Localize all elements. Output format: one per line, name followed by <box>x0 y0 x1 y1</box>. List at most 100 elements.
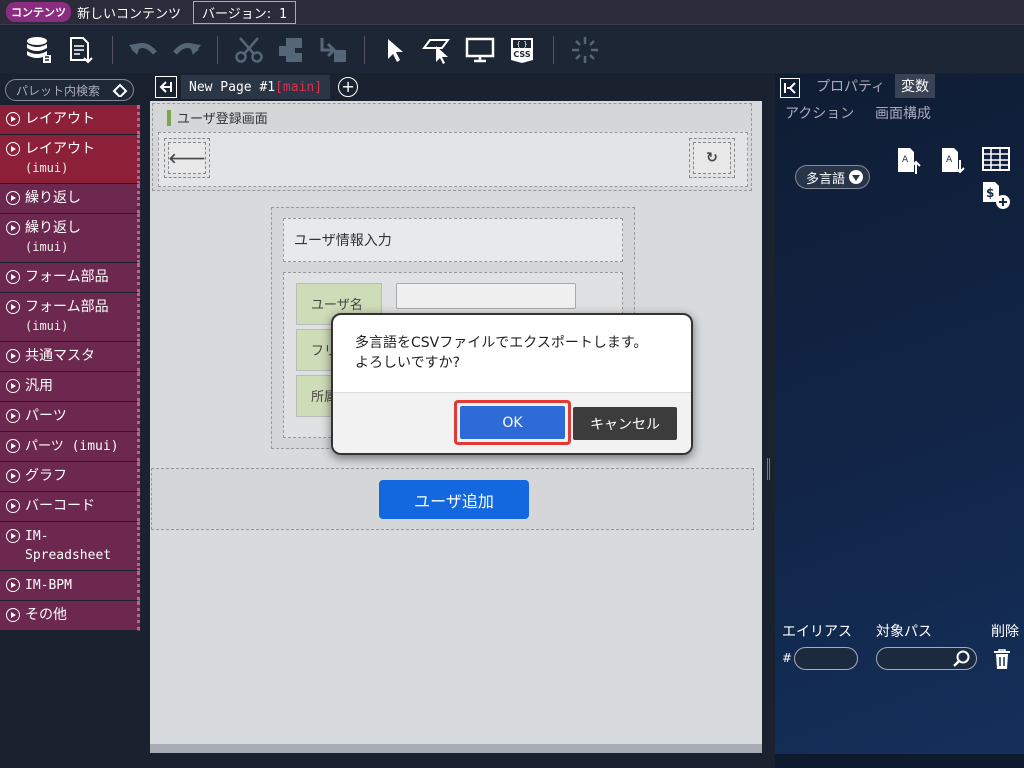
palette-item-label: 共通マスタ <box>25 347 95 366</box>
back-button-inner: 🡐 <box>168 142 206 174</box>
palette-item[interactable]: グラフ <box>0 462 140 492</box>
undo-button[interactable] <box>127 33 161 67</box>
palette-item[interactable]: 汎用 <box>0 372 140 402</box>
palette-list: レイアウト レイアウト (imui) 繰り返し 繰り返し (imui) フォーム部品 フォーム… <box>0 105 140 631</box>
select-cursor-button[interactable] <box>379 33 413 67</box>
palette-item[interactable]: パーツ <box>0 402 140 432</box>
reload-button[interactable]: ↻ <box>689 138 735 178</box>
palette-item[interactable]: フォーム部品 <box>0 263 140 293</box>
add-user-button[interactable]: ユーザ追加 <box>379 480 529 519</box>
import-lang-icon[interactable]: A <box>896 146 922 176</box>
search-icon[interactable] <box>952 650 972 668</box>
play-circle-icon <box>6 349 20 363</box>
pointer-button[interactable] <box>421 33 455 67</box>
palette-search-input[interactable]: パレット内検索 <box>5 79 134 101</box>
add-tab-button[interactable]: + <box>338 77 359 97</box>
palette-item[interactable]: IM-BPM <box>0 571 140 601</box>
palette-item-label: フォーム部品 <box>25 268 109 287</box>
palette-item[interactable]: フォーム部品 (imui) <box>0 293 140 342</box>
version-indicator: バージョン: 1 <box>193 0 296 24</box>
collapse-left-button[interactable] <box>155 76 177 98</box>
palette-item-label: 繰り返し (imui) <box>25 219 81 257</box>
target-path-input[interactable] <box>876 647 977 670</box>
redo-button[interactable] <box>169 33 203 67</box>
ok-button-highlight: OK <box>454 400 571 445</box>
css-icon: { } CSS <box>511 37 533 63</box>
toolbar-separator <box>553 35 554 64</box>
play-circle-icon <box>6 270 20 284</box>
palette-item[interactable]: レイアウト <box>0 105 140 135</box>
svg-text:A: A <box>946 155 953 165</box>
database-button[interactable] <box>22 33 56 67</box>
back-button[interactable]: 🡐 <box>164 138 210 178</box>
tab-properties[interactable]: プロパティ <box>816 76 885 96</box>
tab-structure[interactable]: 画面構成 <box>875 103 931 123</box>
add-variable-icon[interactable]: $ <box>981 180 1013 210</box>
column-alias: エイリアス <box>782 624 852 640</box>
export-confirm-dialog: 多言語をCSVファイルでエクスポートします。 よろしいですか? OK キャンセル <box>331 313 693 455</box>
palette-item-label: その他 <box>25 606 67 625</box>
right-panel: プロパティ 変数 アクション 画面構成 多言語 A A $ エイリアス 対象パス… <box>775 74 1024 754</box>
palette-item-name: フォーム部品 <box>25 299 109 315</box>
palette-item[interactable]: IM-Spreadsheet <box>0 522 140 571</box>
css-button[interactable]: { } CSS <box>505 33 539 67</box>
canvas-scrollbar[interactable] <box>150 744 762 753</box>
dialog-footer: OK キャンセル <box>333 392 691 453</box>
palette-item[interactable]: パーツ (imui) <box>0 432 140 462</box>
export-file-button[interactable] <box>64 33 98 67</box>
palette-item-name: 繰り返し <box>25 190 81 206</box>
dialog-message-line1: 多言語をCSVファイルでエクスポートします。 <box>355 335 648 351</box>
cut-button[interactable] <box>232 33 266 67</box>
table-icon[interactable] <box>981 146 1011 172</box>
ok-button[interactable]: OK <box>460 406 565 439</box>
palette-item-name: IM-BPM <box>25 578 72 593</box>
undo-icon <box>129 42 157 55</box>
paste-icon <box>320 37 346 62</box>
svg-text:CSS: CSS <box>513 50 530 59</box>
reload-icon: ↻ <box>706 150 718 166</box>
collapse-left-icon <box>159 81 172 93</box>
palette-item[interactable]: バーコード <box>0 492 140 522</box>
nav-bar[interactable]: 🡐 ↻ <box>158 132 748 187</box>
trash-icon[interactable] <box>992 648 1012 670</box>
palette-item-name: その他 <box>25 607 67 623</box>
plus-icon: + <box>341 77 355 96</box>
tab-actions[interactable]: アクション <box>785 103 854 123</box>
header-area[interactable]: ユーザ登録画面 🡐 ↻ <box>152 103 752 191</box>
panel-splitter[interactable] <box>762 74 775 768</box>
play-circle-icon <box>6 191 20 205</box>
clear-search-icon[interactable] <box>112 83 128 97</box>
palette-item-label: IM-Spreadsheet <box>25 527 131 565</box>
svg-text:{ }: { } <box>516 40 527 48</box>
splitter-grip[interactable] <box>767 458 770 480</box>
collapse-right-button[interactable] <box>780 78 800 98</box>
export-lang-icon[interactable]: A <box>940 146 966 176</box>
alias-input[interactable] <box>794 647 858 670</box>
palette-item[interactable]: レイアウト (imui) <box>0 135 140 184</box>
palette-item-name: パーツ <box>25 408 67 424</box>
palette-item[interactable]: 繰り返し <box>0 184 140 214</box>
cancel-button[interactable]: キャンセル <box>573 407 677 440</box>
copy-button[interactable] <box>274 33 308 67</box>
loading-button[interactable] <box>568 33 602 67</box>
tab-name: New Page #1 <box>189 79 276 95</box>
column-path: 対象パス <box>876 624 932 640</box>
palette-item[interactable]: 共通マスタ <box>0 342 140 372</box>
monitor-preview-button[interactable] <box>463 33 497 67</box>
dialog-message-line2: よろしいですか? <box>355 355 461 371</box>
palette-item-name: 繰り返し <box>25 220 81 236</box>
play-circle-icon <box>6 529 20 543</box>
play-circle-icon <box>6 221 20 235</box>
button-area[interactable]: ユーザ追加 <box>151 468 754 530</box>
tab-variables[interactable]: 変数 <box>895 74 935 98</box>
username-input[interactable] <box>396 283 576 309</box>
palette-item-label: 汎用 <box>25 377 53 396</box>
palette-item[interactable]: その他 <box>0 601 140 631</box>
tab-new-page[interactable]: New Page #1 [main] <box>181 75 331 99</box>
palette-item[interactable]: 繰り返し (imui) <box>0 214 140 263</box>
content-badge: コンテンツ <box>6 2 71 22</box>
multilang-dropdown[interactable]: 多言語 <box>795 165 871 189</box>
play-circle-icon <box>6 499 20 513</box>
palette-item-sub: (imui) <box>25 161 69 175</box>
paste-button[interactable] <box>316 33 350 67</box>
